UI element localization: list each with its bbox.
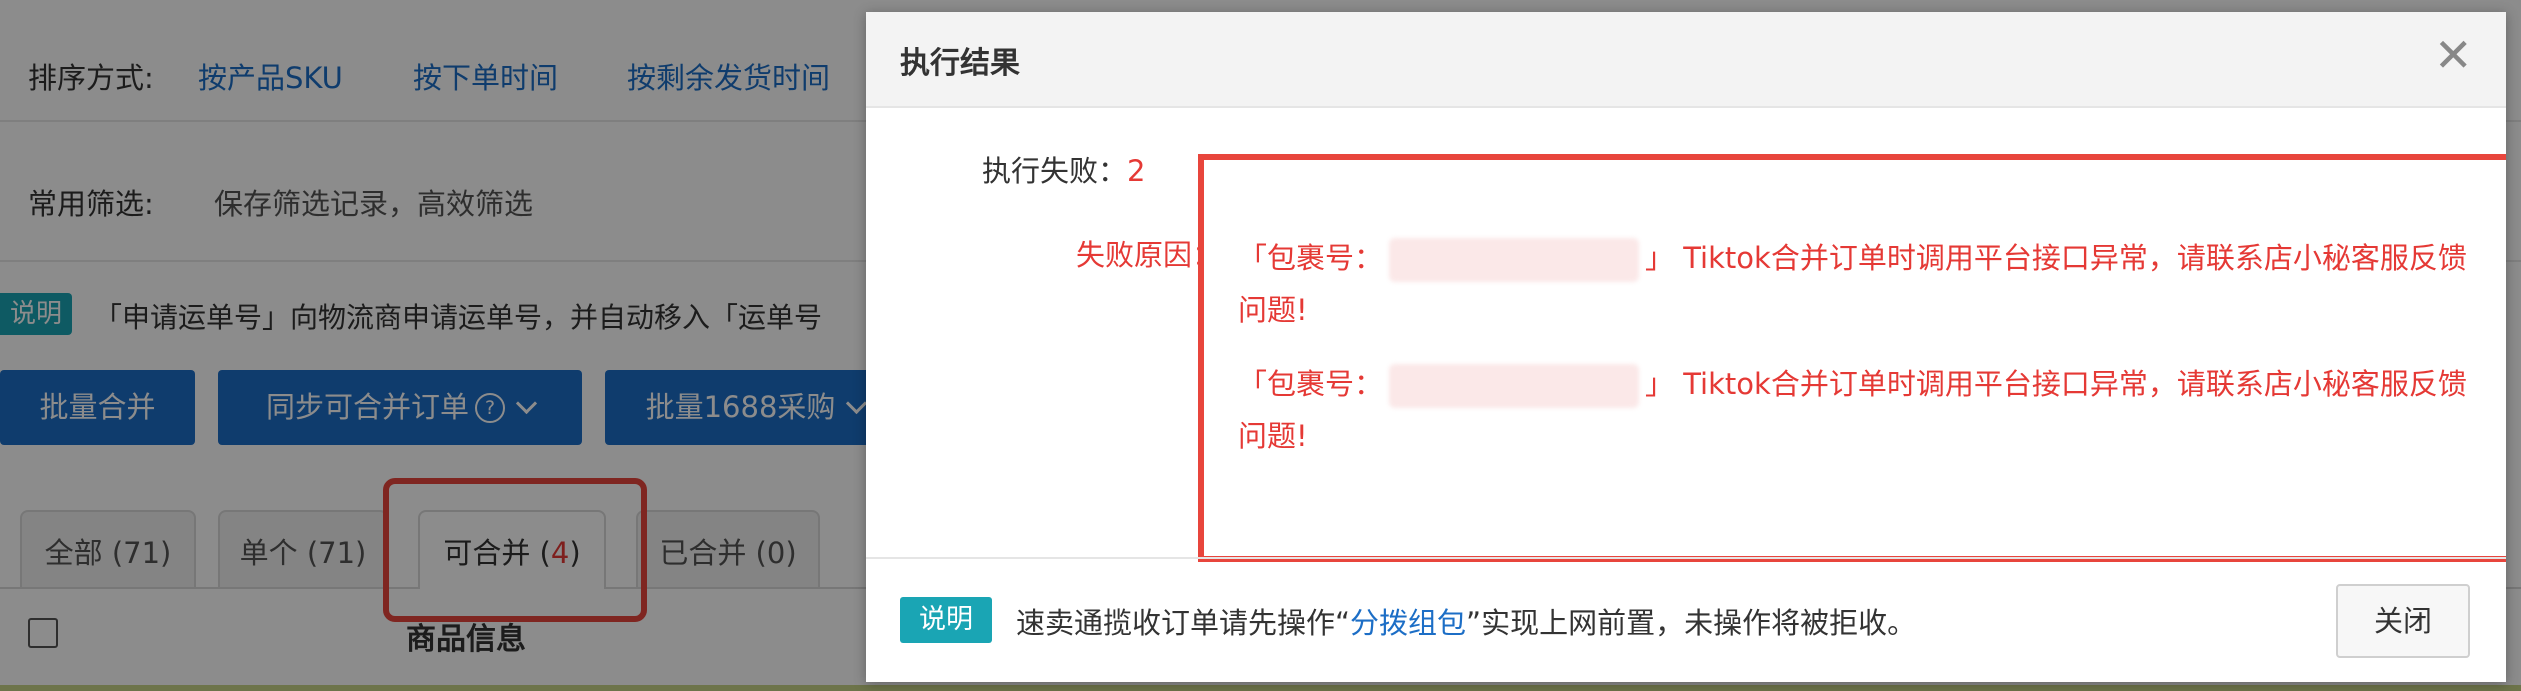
annotation-highlight-reasons bbox=[1198, 154, 2506, 562]
fail-label: 执行失败： bbox=[982, 154, 1128, 188]
footer-text-before: 速卖通揽收订单请先操作“ bbox=[1016, 606, 1351, 640]
close-button[interactable]: 关闭 bbox=[2336, 584, 2470, 658]
footer-tip-text: 速卖通揽收订单请先操作“分拨组包”实现上网前置，未操作将被拒收。 bbox=[1016, 600, 1916, 642]
dialog-title: 执行结果 bbox=[900, 46, 1020, 81]
dialog-footer-divider bbox=[866, 557, 2506, 559]
fail-count: 2 bbox=[1127, 154, 1146, 188]
distribute-pack-link[interactable]: 分拨组包 bbox=[1350, 606, 1466, 640]
fail-summary: 执行失败：2 bbox=[982, 148, 1145, 190]
footer-text-after: ”实现上网前置，未操作将被拒收。 bbox=[1466, 606, 1917, 640]
dialog-header: 执行结果 ✕ bbox=[866, 12, 2506, 108]
footer-tip-badge: 说明 bbox=[900, 597, 992, 643]
close-icon[interactable]: ✕ bbox=[2434, 32, 2473, 78]
result-dialog: 执行结果 ✕ 执行失败：2 失败原因： 「包裹号：」 Tiktok合并订单时调用… bbox=[866, 12, 2506, 682]
